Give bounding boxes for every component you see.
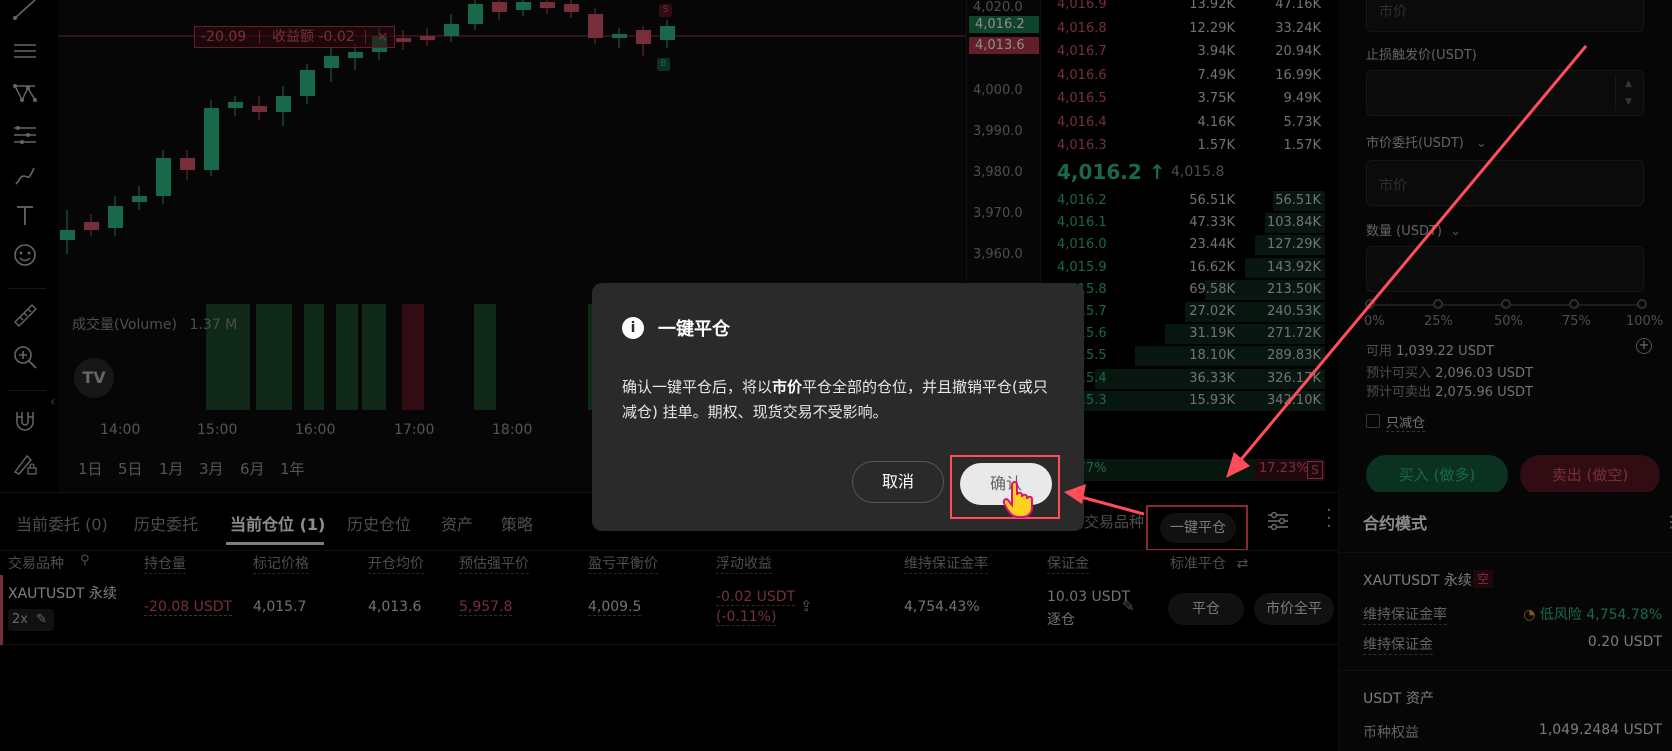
confirm-highlight: 确认 — [950, 455, 1060, 519]
hand-cursor-icon — [1002, 479, 1036, 519]
dialog-title: 一键平仓 — [658, 319, 730, 340]
dialog-message-start: 确认一键平仓后，将以 — [622, 378, 773, 396]
dialog-message: 确认一键平仓后，将以市价平仓全部的仓位，并且撤销平仓(或只减仓) 挂单。期权、现… — [622, 375, 1062, 425]
dialog-message-emphasis: 市价 — [772, 378, 803, 396]
cancel-button[interactable]: 取消 — [852, 461, 944, 503]
close-all-dialog: i 一键平仓 确认一键平仓后，将以市价平仓全部的仓位，并且撤销平仓(或只减仓) … — [592, 283, 1084, 531]
info-icon: i — [622, 317, 644, 339]
